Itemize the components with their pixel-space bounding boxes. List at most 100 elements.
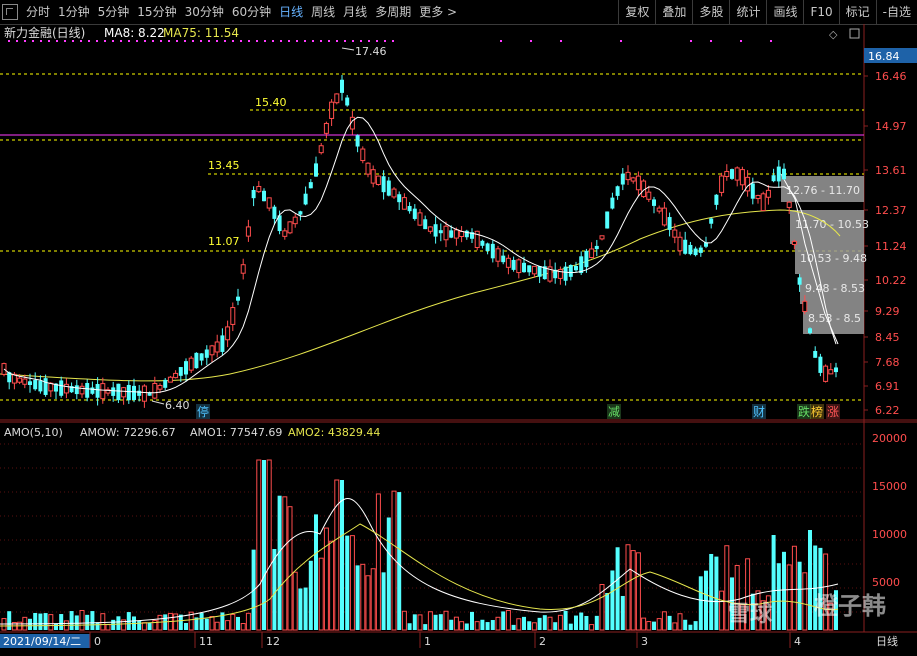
tool-tab-1[interactable]: 叠加 bbox=[655, 0, 692, 24]
candle-body-up bbox=[443, 225, 449, 241]
candle-body-down bbox=[584, 250, 589, 268]
level-13-45: 13.45 bbox=[208, 159, 240, 172]
volume-bar-up bbox=[661, 611, 667, 631]
volume-bar-down bbox=[433, 614, 438, 630]
volume-bar-up bbox=[656, 618, 662, 631]
tab-0[interactable]: 分时 bbox=[22, 0, 54, 24]
candle-body-down bbox=[620, 173, 625, 185]
candle-body-down bbox=[345, 97, 350, 106]
candle-body-up bbox=[459, 230, 465, 238]
candle-body-up bbox=[453, 229, 459, 239]
signal-dot bbox=[112, 40, 114, 42]
x-tick-label: 1 bbox=[424, 635, 431, 648]
candle-body-up bbox=[734, 167, 740, 181]
tool-tab-3[interactable]: 统计 bbox=[729, 0, 766, 24]
kline-chart[interactable]: 新力金融(日线) MA8: 8.22 MA75: 11.54 ◇ 16.84 1… bbox=[0, 24, 917, 653]
tab-6[interactable]: 日线 bbox=[275, 0, 307, 24]
tab-2[interactable]: 5分钟 bbox=[94, 0, 134, 24]
candle-body-down bbox=[433, 224, 438, 237]
period-label: 日线 bbox=[876, 634, 898, 648]
signal-dots bbox=[8, 40, 772, 42]
volume-bar-up bbox=[589, 624, 595, 631]
candle-body-down bbox=[652, 199, 656, 206]
volume-bar-down bbox=[470, 611, 474, 630]
candle-body-down bbox=[85, 382, 90, 398]
tab-9[interactable]: 多周期 bbox=[371, 0, 415, 24]
volume-bar-up bbox=[531, 622, 537, 631]
candle-body-up bbox=[427, 226, 433, 232]
tab-3[interactable]: 15分钟 bbox=[133, 0, 180, 24]
candle-body-down bbox=[314, 163, 318, 177]
candle-body-up bbox=[141, 385, 147, 402]
tool-tabs: 复权 叠加 多股 统计 画线 F10 标记 -自选 bbox=[618, 0, 917, 24]
candle-body-down bbox=[204, 349, 209, 358]
tool-tab-4[interactable]: 画线 bbox=[766, 0, 803, 24]
candle-body-down bbox=[568, 264, 573, 277]
diamond-icon[interactable]: ◇ bbox=[829, 28, 838, 41]
candle-body-down bbox=[438, 230, 443, 234]
candle-body-up bbox=[661, 207, 667, 226]
tool-tab-7[interactable]: -自选 bbox=[875, 0, 917, 24]
candle-body-up bbox=[760, 193, 766, 212]
volume-bar-up bbox=[240, 623, 246, 631]
candle-body-down bbox=[527, 265, 532, 273]
signal-dot bbox=[72, 40, 74, 42]
volume-bar-down bbox=[33, 612, 38, 630]
tool-tab-2[interactable]: 多股 bbox=[692, 0, 729, 24]
volume-bar-down bbox=[771, 535, 776, 630]
tab-4[interactable]: 30分钟 bbox=[181, 0, 228, 24]
candle-body-up bbox=[401, 197, 407, 210]
period-toolbar: 分时 1分钟 5分钟 15分钟 30分钟 60分钟 日线 周线 月线 多周期 更多 > 复权 叠加 多股… bbox=[0, 0, 917, 25]
candle-body-up bbox=[360, 148, 366, 162]
tab-8[interactable]: 月线 bbox=[339, 0, 371, 24]
tool-tab-5[interactable]: F10 bbox=[803, 0, 838, 24]
candle-body-down bbox=[251, 189, 256, 199]
window-icon[interactable] bbox=[849, 28, 860, 39]
volume-bar-down bbox=[652, 621, 656, 630]
volume-bar-down bbox=[698, 576, 703, 630]
candle-body-up bbox=[599, 235, 605, 240]
tab-5[interactable]: 60分钟 bbox=[228, 0, 275, 24]
volume-bar-down bbox=[776, 563, 781, 630]
tool-tab-0[interactable]: 复权 bbox=[618, 0, 655, 24]
signal-dot bbox=[352, 40, 354, 42]
price-tick: 10.22 bbox=[875, 274, 907, 287]
ma75-label: MA75: 11.54 bbox=[163, 26, 239, 40]
volume-bar-down bbox=[594, 615, 599, 630]
candle-body-up bbox=[22, 378, 28, 385]
candle-body-down bbox=[397, 194, 402, 203]
volume-bar-down bbox=[579, 612, 584, 630]
signal-dot bbox=[312, 40, 314, 42]
volume-bar-up bbox=[266, 459, 272, 631]
tool-tab-6[interactable]: 标记 bbox=[838, 0, 876, 24]
volume-bar-up bbox=[360, 563, 366, 631]
tab-1[interactable]: 1分钟 bbox=[54, 0, 94, 24]
candle-body-up bbox=[672, 229, 678, 238]
volume-bar-up bbox=[349, 535, 355, 631]
signal-dot bbox=[328, 40, 330, 42]
volume-bar-up bbox=[672, 622, 678, 631]
candle-body-up bbox=[100, 383, 106, 400]
volume-bar-down bbox=[808, 530, 812, 630]
signal-dot bbox=[48, 40, 50, 42]
ma8-polyline bbox=[3, 116, 837, 394]
candle-body-down bbox=[111, 387, 116, 396]
candle-body-up bbox=[121, 387, 127, 398]
candle-body-up bbox=[516, 259, 522, 274]
x-tick-label: 3 bbox=[641, 635, 648, 648]
tab-10[interactable]: 更多 > bbox=[415, 0, 461, 24]
candle-body-down bbox=[298, 211, 303, 215]
volume-bar-up bbox=[417, 614, 423, 631]
candle-body-down bbox=[667, 217, 672, 230]
signal-dot bbox=[376, 40, 378, 42]
volume-bar-up bbox=[635, 552, 641, 631]
tab-7[interactable]: 周线 bbox=[307, 0, 339, 24]
volume-bar-down bbox=[423, 624, 428, 630]
signal-dot bbox=[200, 40, 202, 42]
layout-icon[interactable] bbox=[2, 4, 18, 20]
volume-bar-down bbox=[147, 622, 152, 630]
kline-chart-area[interactable]: 新力金融(日线) MA8: 8.22 MA75: 11.54 ◇ 16.84 1… bbox=[0, 24, 917, 653]
candle-body-down bbox=[163, 379, 168, 388]
candle-body-down bbox=[340, 79, 344, 93]
candle-body-up bbox=[589, 248, 595, 259]
